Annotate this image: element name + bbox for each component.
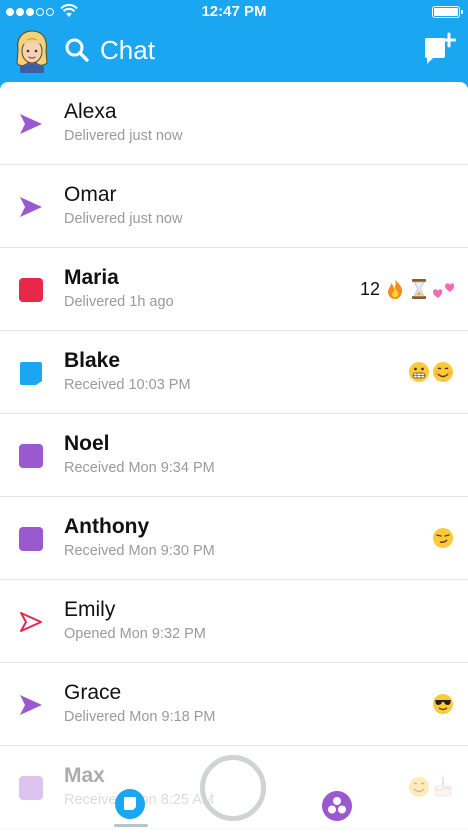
- battery-icon: [432, 6, 463, 18]
- chat-row[interactable]: Alexa Delivered just now: [0, 82, 468, 165]
- blue-chat-bubble-icon: [20, 362, 42, 385]
- new-chat-icon[interactable]: [422, 32, 456, 68]
- capture-button[interactable]: [200, 755, 266, 821]
- bitmoji-avatar[interactable]: [12, 29, 52, 73]
- chat-status: Delivered 1h ago: [64, 294, 174, 310]
- contact-name: Omar: [64, 183, 117, 206]
- search-icon[interactable]: [64, 37, 90, 63]
- friend-emojis: [432, 693, 454, 715]
- contact-name: Anthony: [64, 515, 150, 538]
- purple-square-icon: [19, 527, 43, 551]
- active-tab-indicator: [114, 824, 148, 827]
- contact-name: Emily: [64, 598, 116, 621]
- grimacing-emoji: [409, 362, 429, 382]
- chat-row[interactable]: Omar Delivered just now: [0, 165, 468, 248]
- pink-hearts-emoji: [433, 283, 454, 298]
- sent-arrow-purple-icon: [20, 695, 42, 715]
- fire-emoji: [388, 279, 403, 299]
- friend-emojis: 12: [360, 278, 454, 300]
- bottom-navigation: [0, 750, 468, 840]
- contact-name: Blake: [64, 349, 121, 372]
- purple-square-icon: [19, 444, 43, 468]
- chat-row[interactable]: Anthony Received Mon 9:30 PM: [0, 497, 468, 580]
- sent-arrow-purple-icon: [20, 114, 42, 134]
- streak-count: 12: [359, 278, 380, 299]
- chat-row[interactable]: Blake Received 10:03 PM: [0, 331, 468, 414]
- chat-status: Received 10:03 PM: [64, 377, 191, 393]
- chat-list: Alexa Delivered just now Omar Delivered …: [0, 82, 468, 840]
- chat-status: Received Mon 9:34 PM: [64, 460, 215, 476]
- hourglass-emoji: [412, 279, 426, 299]
- contact-name: Alexa: [64, 100, 117, 123]
- chat-row[interactable]: Noel Received Mon 9:34 PM: [0, 414, 468, 497]
- status-bar: 12:47 PM: [0, 0, 468, 24]
- chat-status: Delivered Mon 9:18 PM: [64, 709, 216, 725]
- chat-row[interactable]: Maria Delivered 1h ago 12: [0, 248, 468, 331]
- smirking-emoji: [433, 528, 453, 548]
- status-time: 12:47 PM: [201, 3, 267, 20]
- chat-row[interactable]: Grace Delivered Mon 9:18 PM: [0, 663, 468, 746]
- header: Chat: [0, 24, 468, 82]
- sent-arrow-purple-icon: [20, 197, 42, 217]
- page-title: Chat: [100, 35, 155, 65]
- chat-status: Delivered just now: [64, 128, 183, 144]
- friend-emojis: [432, 527, 454, 549]
- chat-tab-icon[interactable]: [114, 788, 146, 834]
- friend-emojis: [408, 361, 454, 383]
- contact-name: Noel: [64, 432, 110, 455]
- contact-name: Maria: [64, 266, 119, 289]
- discover-tab-icon[interactable]: [321, 790, 353, 822]
- smiling-emoji: [433, 362, 453, 382]
- opened-arrow-red-icon: [20, 612, 42, 632]
- red-square-icon: [19, 278, 43, 302]
- chat-status: Delivered just now: [64, 211, 183, 227]
- chat-status: Received Mon 9:30 PM: [64, 543, 215, 559]
- sunglasses-emoji: [433, 694, 453, 714]
- contact-name: Grace: [64, 681, 122, 704]
- chat-status: Opened Mon 9:32 PM: [64, 626, 206, 642]
- chat-row[interactable]: Emily Opened Mon 9:32 PM: [0, 580, 468, 663]
